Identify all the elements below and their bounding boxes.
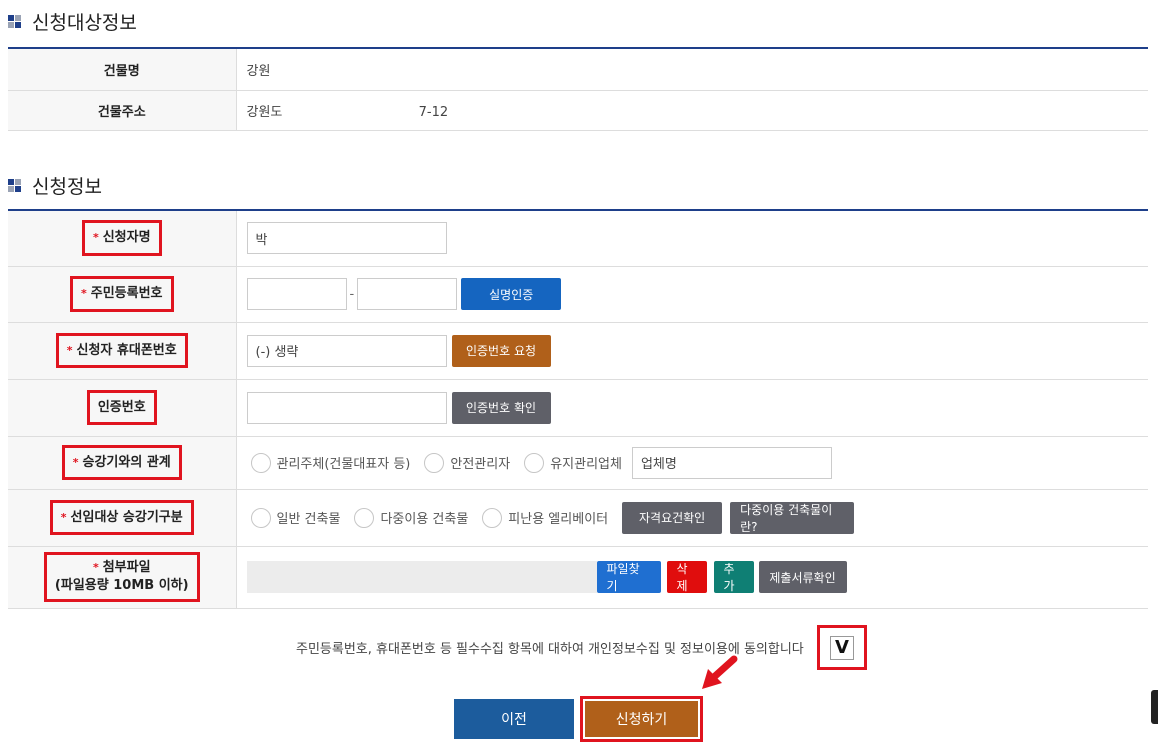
relation-option-label: 관리주체(건물대표자 등) — [276, 457, 411, 472]
pointer-arrow-icon — [702, 655, 738, 689]
resident-no-back-input[interactable] — [357, 278, 458, 310]
auth-code-input[interactable] — [246, 391, 447, 424]
radio-circle[interactable] — [250, 452, 271, 473]
radio-circle[interactable] — [354, 507, 375, 528]
radio-circle[interactable] — [250, 507, 271, 528]
required-mark: * — [92, 231, 99, 245]
resident-no-header: * 주민등록번호 — [8, 266, 237, 323]
applicant-name-header: * 신청자명 — [8, 210, 237, 267]
target-info-table: 건물명 강원 건물주소 강원도 7-12 — [8, 47, 1148, 131]
category-option-label: 피난용 엘리베이터 — [508, 512, 609, 527]
category-option-multi-use[interactable]: 다중이용 건축물 — [354, 507, 469, 528]
attachment-header: * 첨부파일 (파일용량 10MB 이하) — [8, 546, 237, 609]
resident-no-front-input[interactable] — [246, 278, 347, 310]
building-address-value: 강원도 — [246, 104, 283, 120]
highlight-box: 인증번호 — [86, 389, 157, 426]
category-header: * 선임대상 승강기구분 — [8, 489, 237, 547]
auth-code-cell: 인증번호 확인 — [236, 379, 1148, 437]
file-path-field[interactable] — [246, 561, 597, 593]
agreement-checkbox[interactable]: V — [830, 635, 854, 660]
relation-header: * 승강기와의 관계 — [8, 436, 237, 490]
required-mark: * — [92, 561, 99, 575]
relation-option-maintenance[interactable]: 유지관리업체 — [524, 452, 622, 473]
apply-highlight-box: 신청하기 — [580, 696, 703, 742]
building-name-value: 강원 — [236, 48, 1148, 91]
required-docs-button[interactable]: 제출서류확인 — [758, 561, 847, 593]
relation-label: 승강기와의 관계 — [82, 454, 171, 470]
phone-cell: (-) 생략 인증번호 요청 — [236, 322, 1148, 380]
phone-input[interactable]: (-) 생략 — [246, 334, 447, 367]
applicant-name-label: 신청자명 — [102, 230, 151, 246]
required-mark: * — [60, 510, 67, 524]
radio-circle[interactable] — [424, 452, 445, 473]
real-name-verify-button[interactable]: 실명인증 — [461, 278, 562, 310]
resident-no-label: 주민등록번호 — [90, 286, 163, 302]
attachment-cell: 파일찾기 삭제 추가 제출서류확인 — [236, 546, 1148, 609]
highlight-box: * 신청자명 — [81, 220, 162, 257]
agreement-highlight-box: V — [817, 625, 867, 670]
resident-no-separator: - — [349, 286, 355, 302]
phone-label: 신청자 휴대폰번호 — [76, 342, 177, 358]
required-mark: * — [72, 455, 79, 469]
section-bullet-icon — [8, 178, 22, 193]
auth-code-header: 인증번호 — [8, 379, 237, 437]
confirm-auth-code-button[interactable]: 인증번호 확인 — [451, 391, 551, 424]
radio-circle[interactable] — [482, 507, 503, 528]
attachment-label: 첨부파일 — [102, 560, 151, 576]
highlight-box: * 주민등록번호 — [69, 276, 174, 312]
highlight-box: * 선임대상 승강기구분 — [49, 499, 194, 536]
section-bullet-icon — [8, 14, 22, 29]
applicant-name-cell: 박 — [236, 210, 1148, 267]
request-auth-code-button[interactable]: 인증번호 요청 — [451, 334, 551, 367]
category-option-label: 다중이용 건축물 — [380, 512, 469, 527]
multi-use-info-button[interactable]: 다중이용 건축물이란? — [730, 501, 855, 534]
building-address-detail: 7-12 — [418, 104, 449, 120]
attachment-size-note: (파일용량 10MB 이하) — [54, 578, 189, 593]
add-file-button[interactable]: 추가 — [713, 561, 754, 593]
category-cell: 일반 건축물 다중이용 건축물 피난용 엘리베이터 자격요건확인 다중이용 건축… — [236, 489, 1148, 547]
building-name-label: 건물명 — [8, 48, 237, 91]
highlight-box: * 승강기와의 관계 — [61, 444, 182, 481]
category-label: 선임대상 승강기구분 — [70, 509, 183, 525]
building-address-label: 건물주소 — [8, 90, 237, 131]
phone-header: * 신청자 휴대폰번호 — [8, 322, 237, 380]
auth-code-label: 인증번호 — [97, 399, 146, 415]
side-scroll-tab[interactable] — [1151, 690, 1158, 724]
apply-button[interactable]: 신청하기 — [585, 701, 698, 737]
relation-option-safety-manager[interactable]: 안전관리자 — [424, 452, 511, 473]
section2-title: 신청정보 — [32, 176, 102, 198]
company-name-input[interactable]: 업체명 — [631, 446, 832, 479]
prev-button[interactable]: 이전 — [454, 699, 574, 739]
building-address-cell: 강원도 7-12 — [236, 90, 1148, 131]
relation-option-label: 유지관리업체 — [550, 457, 622, 472]
required-mark: * — [66, 343, 73, 357]
section-title-target: 신청대상정보 — [8, 8, 137, 35]
highlight-box: * 신청자 휴대폰번호 — [55, 332, 188, 369]
relation-cell: 관리주체(건물대표자 등) 안전관리자 유지관리업체 업체명 — [236, 436, 1148, 490]
section1-title: 신청대상정보 — [32, 12, 137, 34]
radio-circle[interactable] — [524, 452, 545, 473]
highlight-box: * 첨부파일 (파일용량 10MB 이하) — [43, 552, 200, 602]
required-mark: * — [80, 287, 87, 301]
find-file-button[interactable]: 파일찾기 — [596, 561, 661, 593]
section-title-application: 신청정보 — [8, 172, 102, 199]
resident-no-cell: - 실명인증 — [236, 266, 1148, 323]
category-option-evacuation[interactable]: 피난용 엘리베이터 — [482, 507, 609, 528]
applicant-name-input[interactable]: 박 — [246, 222, 447, 255]
category-option-general[interactable]: 일반 건축물 — [250, 507, 341, 528]
qualification-check-button[interactable]: 자격요건확인 — [622, 501, 723, 534]
relation-option-label: 안전관리자 — [450, 457, 511, 472]
application-info-table: * 신청자명 박 * 주민등록번호 - 실명인증 * 신청자 휴대폰번호 (-) 생략… — [8, 209, 1148, 609]
relation-option-owner[interactable]: 관리주체(건물대표자 등) — [250, 452, 411, 473]
delete-file-button[interactable]: 삭제 — [666, 561, 707, 593]
category-option-label: 일반 건축물 — [276, 512, 341, 527]
